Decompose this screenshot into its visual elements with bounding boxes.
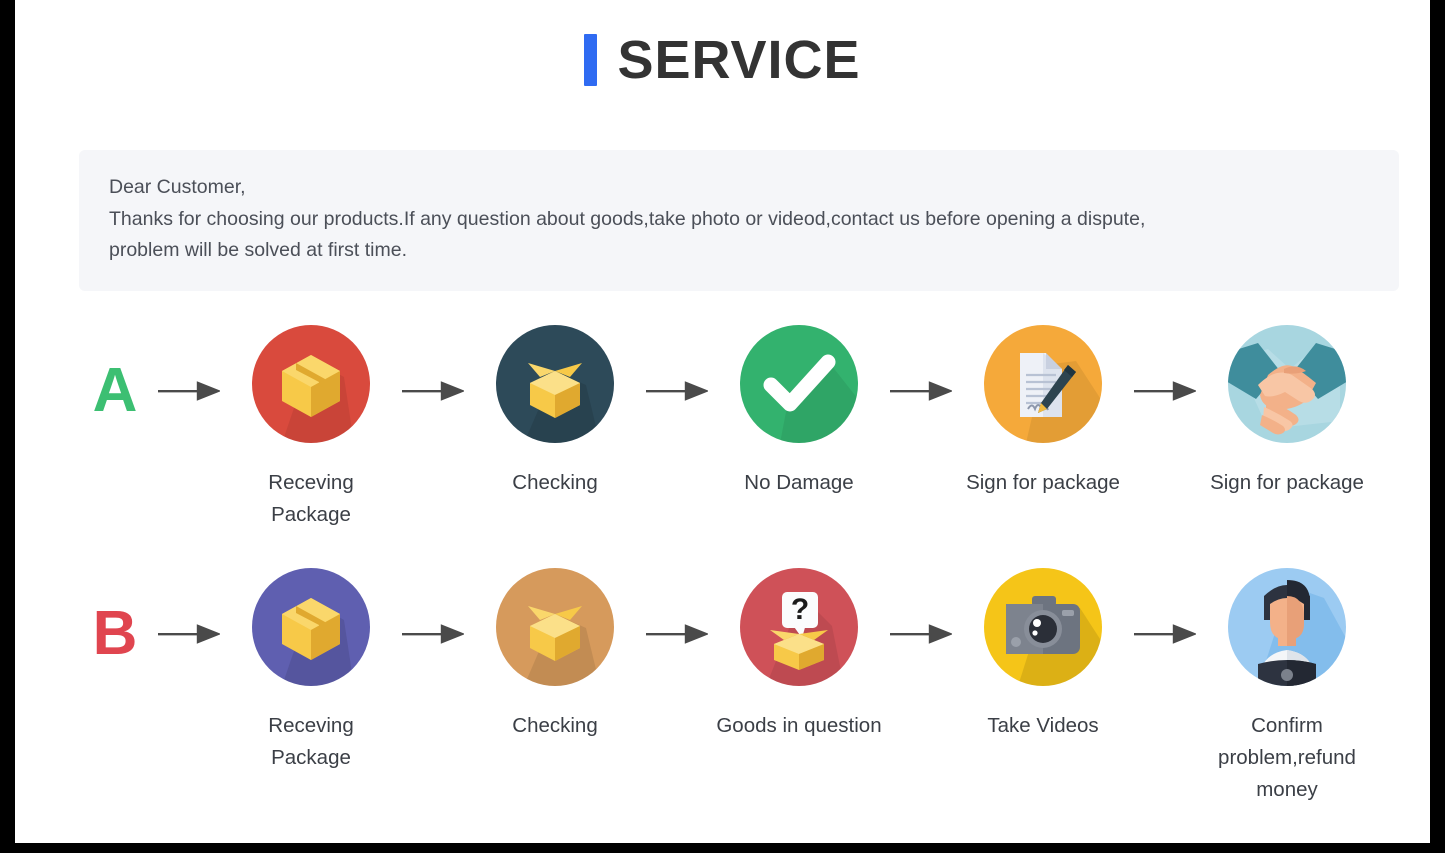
step-a-4: Sign for package — [959, 325, 1127, 499]
arrow-icon — [1127, 568, 1203, 700]
step-label: Checking — [512, 471, 598, 494]
step-label: Take Videos — [987, 714, 1099, 737]
step-b-2: Checking — [471, 568, 639, 742]
flow-row-a: A Receving Package Checking No Damage Si… — [79, 325, 1409, 531]
step-label: Receving Package — [268, 471, 354, 526]
notice-line-1: Dear Customer, — [109, 176, 246, 198]
svg-text:?: ? — [791, 593, 809, 626]
step-b-3: ? Goods in question — [715, 568, 883, 742]
camera-icon — [984, 568, 1102, 686]
check-mark-icon — [740, 325, 858, 443]
arrow-icon — [395, 325, 471, 457]
arrow-icon — [1127, 325, 1203, 457]
page-bottom-rule — [15, 843, 1430, 847]
page-header: SERVICE — [15, 0, 1430, 120]
step-b-4: Take Videos — [959, 568, 1127, 742]
flow-row-b: B Receving Package Checking ? Goods in q… — [79, 568, 1409, 805]
flow-letter-a: A — [92, 356, 138, 425]
open-box-icon — [496, 325, 614, 443]
step-a-1: Receving Package — [227, 325, 395, 531]
notice-line-2: Thanks for choosing our products.If any … — [109, 207, 1146, 230]
step-a-2: Checking — [471, 325, 639, 499]
question-box-icon: ? — [740, 568, 858, 686]
arrow-icon — [639, 568, 715, 700]
step-a-5: Sign for package — [1203, 325, 1371, 499]
arrow-icon — [151, 325, 227, 457]
document-pen-icon — [984, 325, 1102, 443]
arrow-icon — [883, 325, 959, 457]
arrow-icon — [639, 325, 715, 457]
step-b-1: Receving Package — [227, 568, 395, 774]
service-page: SERVICE Dear Customer, Thanks for choosi… — [15, 0, 1430, 843]
step-b-5: Confirm problem,refund money — [1203, 568, 1371, 805]
handshake-icon — [1228, 325, 1346, 443]
arrow-icon — [883, 568, 959, 700]
closed-box-icon — [252, 325, 370, 443]
step-label: Confirm problem,refund money — [1218, 714, 1356, 801]
open-box-icon — [496, 568, 614, 686]
step-label: Checking — [512, 714, 598, 737]
closed-box-icon — [252, 568, 370, 686]
step-label: Sign for package — [966, 471, 1120, 494]
flow-letter-b: B — [92, 599, 138, 668]
step-a-3: No Damage — [715, 325, 883, 499]
support-person-icon — [1228, 568, 1346, 686]
arrow-icon — [151, 568, 227, 700]
step-label: Receving Package — [268, 714, 354, 769]
step-label: Goods in question — [716, 714, 882, 737]
page-title: SERVICE — [617, 30, 861, 90]
step-label: Sign for package — [1210, 471, 1364, 494]
step-label: No Damage — [744, 471, 854, 494]
arrow-icon — [395, 568, 471, 700]
notice-line-3: problem will be solved at first time. — [109, 239, 408, 262]
title-accent-bar — [584, 34, 598, 86]
customer-notice-panel: Dear Customer, Thanks for choosing our p… — [79, 150, 1399, 291]
